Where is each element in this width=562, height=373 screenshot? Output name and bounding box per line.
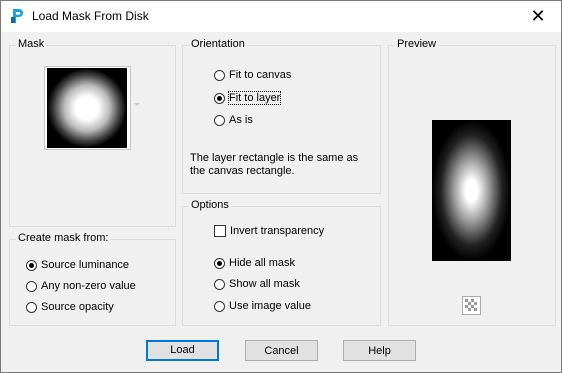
- mask-group-label: Mask: [16, 38, 47, 50]
- hide-all-mask-label: Hide all mask: [229, 257, 296, 269]
- close-icon[interactable]: ✕: [515, 1, 561, 32]
- source-luminance-label: Source luminance: [41, 259, 130, 271]
- radio-off-icon[interactable]: [214, 300, 225, 312]
- source-opacity-option[interactable]: Source opacity: [26, 301, 114, 313]
- any-nonzero-label: Any non-zero value: [41, 280, 136, 292]
- as-is-label: As is: [229, 114, 253, 126]
- orientation-info-text: The layer rectangle is the same as the c…: [190, 152, 359, 177]
- fit-to-canvas-label: Fit to canvas: [229, 69, 292, 81]
- mask-thumbnail[interactable]: [44, 66, 131, 150]
- show-all-mask-label: Show all mask: [229, 278, 300, 290]
- radio-off-icon[interactable]: [214, 114, 225, 126]
- fit-to-layer-option[interactable]: Fit to layer: [214, 91, 282, 105]
- hide-all-mask-option[interactable]: Hide all mask: [214, 257, 295, 269]
- cancel-button[interactable]: Cancel: [245, 340, 318, 361]
- load-button[interactable]: Load: [146, 340, 219, 361]
- paintshop-app-icon: [11, 9, 23, 23]
- invert-transparency-option[interactable]: Invert transparency: [214, 225, 324, 237]
- radio-off-icon[interactable]: [214, 69, 225, 81]
- radio-on-icon[interactable]: [214, 257, 225, 269]
- show-all-mask-option[interactable]: Show all mask: [214, 278, 300, 290]
- mask-image: [47, 68, 127, 148]
- as-is-option[interactable]: As is: [214, 114, 253, 126]
- checkbox-icon[interactable]: [214, 225, 226, 237]
- create-mask-from-label: Create mask from:: [16, 232, 111, 244]
- radio-on-icon[interactable]: [26, 259, 37, 271]
- checkerboard-pattern: [465, 299, 477, 311]
- invert-transparency-label: Invert transparency: [230, 225, 325, 237]
- fit-to-canvas-option[interactable]: Fit to canvas: [214, 69, 291, 81]
- source-opacity-label: Source opacity: [41, 301, 114, 313]
- chevron-down-icon[interactable]: [134, 103, 140, 106]
- checkerboard-icon[interactable]: [462, 296, 481, 315]
- radio-off-icon[interactable]: [26, 301, 37, 313]
- options-group-label: Options: [189, 199, 231, 211]
- preview-group-label: Preview: [395, 38, 439, 50]
- fit-to-layer-label: Fit to layer: [227, 91, 282, 105]
- radio-on-icon[interactable]: [214, 92, 225, 104]
- source-luminance-option[interactable]: Source luminance: [26, 259, 129, 271]
- any-nonzero-option[interactable]: Any non-zero value: [26, 280, 136, 292]
- window-title: Load Mask From Disk: [32, 9, 149, 23]
- use-image-value-label: Use image value: [229, 300, 311, 312]
- preview-image: [432, 120, 511, 261]
- load-mask-dialog: Load Mask From Disk ✕ Mask Create mask f…: [0, 0, 562, 373]
- radio-off-icon[interactable]: [26, 280, 37, 292]
- orientation-group-label: Orientation: [189, 38, 247, 50]
- use-image-value-option[interactable]: Use image value: [214, 300, 311, 312]
- radio-off-icon[interactable]: [214, 278, 225, 290]
- title-bar: Load Mask From Disk ✕: [1, 1, 561, 32]
- help-button[interactable]: Help: [343, 340, 416, 361]
